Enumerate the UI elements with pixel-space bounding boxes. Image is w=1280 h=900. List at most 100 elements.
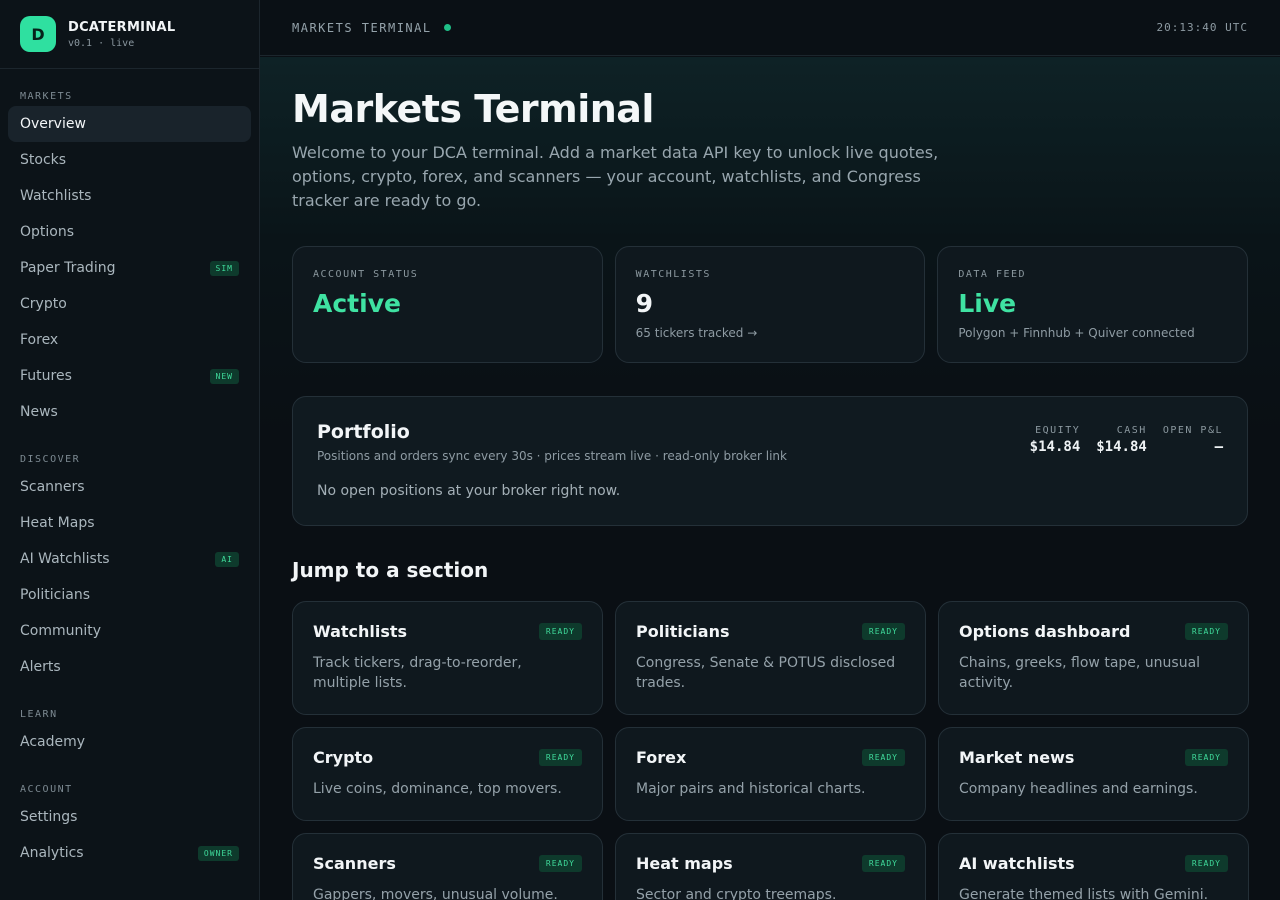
sidebar-item-analytics[interactable]: Analytics OWNER <box>8 835 251 871</box>
clock: 20:13:40 UTC <box>1156 21 1248 34</box>
sim-badge: SIM <box>209 260 239 276</box>
open-pnl-metric: OPEN P&L — <box>1163 425 1223 455</box>
stat-sub: Polygon + Finnhub + Quiver connected <box>958 326 1195 340</box>
metric-value: — <box>1214 439 1223 455</box>
card-title: Heat maps <box>636 854 733 873</box>
sidebar-item-label: Forex <box>20 332 59 348</box>
sidebar-item-academy[interactable]: Academy <box>8 724 251 760</box>
brand-name: DCATERMINAL <box>68 19 176 35</box>
nav-section-learn: LEARN <box>20 709 58 720</box>
sidebar-item-scanners[interactable]: Scanners <box>8 469 251 505</box>
ai-badge: AI <box>215 551 239 567</box>
page-title: Markets Terminal <box>292 87 654 131</box>
nav-section-discover: DISCOVER <box>20 454 81 465</box>
sidebar-item-community[interactable]: Community <box>8 613 251 649</box>
sidebar-item-watchlists[interactable]: Watchlists <box>8 178 251 214</box>
stat-label: ACCOUNT STATUS <box>313 269 419 280</box>
section-card-politicians[interactable]: Politicians READY Congress, Senate & POTU… <box>615 601 926 715</box>
sidebar-item-news[interactable]: News <box>8 394 251 430</box>
card-title: Options dashboard <box>959 622 1131 641</box>
ready-badge: READY <box>861 623 905 640</box>
section-card-ai-watchlists[interactable]: AI watchlists READY Generate themed lists… <box>938 833 1249 900</box>
metric-label: CASH <box>1116 425 1147 436</box>
sidebar-item-label: News <box>20 404 58 420</box>
owner-badge: OWNER <box>197 845 239 861</box>
stats-row: ACCOUNT STATUS Active WATCHLISTS 9 65 ti… <box>292 246 1249 363</box>
topbar: MARKETS TERMINAL 20:13:40 UTC <box>260 0 1280 56</box>
sidebar-item-label: Overview <box>20 116 86 132</box>
sidebar-item-politicians[interactable]: Politicians <box>8 577 251 613</box>
sidebar-item-stocks[interactable]: Stocks <box>8 142 251 178</box>
sidebar-item-label: AI Watchlists <box>20 551 110 567</box>
brand-version: v0.1 · live <box>68 37 135 49</box>
page-description: Welcome to your DCA terminal. Add a mark… <box>292 143 939 210</box>
sidebar-item-paper-trading[interactable]: Paper Trading SIM <box>8 250 251 286</box>
sidebar-item-ai-watchlists[interactable]: AI Watchlists AI <box>8 541 251 577</box>
portfolio-card: Portfolio Positions and orders sync ever… <box>292 396 1248 526</box>
card-title: Crypto <box>313 748 374 767</box>
sidebar-item-label: Politicians <box>20 587 90 603</box>
sidebar-item-alerts[interactable]: Alerts <box>8 649 251 685</box>
sidebar-item-overview[interactable]: Overview <box>8 106 251 142</box>
topbar-title: MARKETS TERMINAL <box>292 21 451 35</box>
card-title: AI watchlists <box>959 854 1075 873</box>
stat-value: 9 <box>635 289 654 318</box>
ready-badge: READY <box>538 623 582 640</box>
metric-label: OPEN P&L <box>1162 425 1223 436</box>
ready-badge: READY <box>1184 855 1228 872</box>
section-grid: Watchlists READY Track tickers, drag-to-r… <box>292 601 1249 900</box>
metric-value: $14.84 <box>1029 439 1081 455</box>
sidebar-item-crypto[interactable]: Crypto <box>8 286 251 322</box>
cash-metric: CASH $14.84 <box>1096 425 1147 455</box>
section-card-market-news[interactable]: Market news READY Company headlines and e… <box>938 727 1249 821</box>
brand[interactable]: D DCATERMINAL v0.1 · live <box>0 0 259 69</box>
card-description: Company headlines and earnings. <box>959 781 1198 797</box>
card-description: Live coins, dominance, top movers. <box>313 781 562 797</box>
card-title: Politicians <box>636 622 730 641</box>
sidebar: D DCATERMINAL v0.1 · live MARKETS Overvi… <box>0 0 260 900</box>
portfolio-empty-state: No open positions at your broker right n… <box>317 483 621 499</box>
stat-label: WATCHLISTS <box>635 269 711 280</box>
live-status-dot <box>443 24 451 31</box>
stat-value: Live <box>958 289 1017 318</box>
stat-label: DATA FEED <box>958 269 1027 280</box>
section-card-watchlists[interactable]: Watchlists READY Track tickers, drag-to-r… <box>292 601 603 715</box>
sidebar-item-forex[interactable]: Forex <box>8 322 251 358</box>
sidebar-item-label: Heat Maps <box>20 515 95 531</box>
nav-section-account: ACCOUNT <box>20 784 73 795</box>
ready-badge: READY <box>1184 623 1228 640</box>
watchlists-card[interactable]: WATCHLISTS 9 65 tickers tracked → <box>614 246 926 363</box>
equity-metric: EQUITY $14.84 <box>1030 425 1081 455</box>
sidebar-item-label: Crypto <box>20 296 67 312</box>
sidebar-item-options[interactable]: Options <box>8 214 251 250</box>
sidebar-item-heat-maps[interactable]: Heat Maps <box>8 505 251 541</box>
sidebar-item-label: Paper Trading <box>20 260 116 276</box>
account-status-card: ACCOUNT STATUS Active <box>292 246 603 363</box>
card-title: Market news <box>959 748 1075 767</box>
sidebar-item-futures[interactable]: Futures NEW <box>8 358 251 394</box>
section-card-crypto[interactable]: Crypto READY Live coins, dominance, top m… <box>292 727 603 821</box>
sidebar-item-label: Options <box>20 224 75 240</box>
section-card-options-dashboard[interactable]: Options dashboard READY Chains, greeks, f… <box>938 601 1249 715</box>
sidebar-item-settings[interactable]: Settings <box>8 799 251 835</box>
sidebar-item-label: Futures <box>20 368 72 384</box>
card-description: Gappers, movers, unusual volume. <box>313 887 558 900</box>
tickers-tracked-link[interactable]: 65 tickers tracked → <box>636 326 905 340</box>
section-card-heat-maps[interactable]: Heat maps READY Sector and crypto treemap… <box>615 833 926 900</box>
sidebar-item-label: Scanners <box>20 479 85 495</box>
ready-badge: READY <box>861 855 905 872</box>
ready-badge: READY <box>1184 749 1228 766</box>
metric-label: EQUITY <box>1035 425 1081 436</box>
brand-logo: D <box>20 16 56 52</box>
sidebar-item-label: Community <box>20 623 102 639</box>
new-badge: NEW <box>209 368 239 384</box>
sidebar-item-label: Stocks <box>20 152 67 168</box>
section-card-scanners[interactable]: Scanners READY Gappers, movers, unusual v… <box>292 833 603 900</box>
ready-badge: READY <box>538 855 582 872</box>
jump-section-title: Jump to a section <box>292 558 489 582</box>
section-card-forex[interactable]: Forex READY Major pairs and historical ch… <box>615 727 926 821</box>
card-description: Sector and crypto treemaps. <box>636 887 837 900</box>
card-description: Major pairs and historical charts. <box>636 781 866 797</box>
metric-value: $14.84 <box>1096 439 1147 455</box>
ready-badge: READY <box>861 749 905 766</box>
